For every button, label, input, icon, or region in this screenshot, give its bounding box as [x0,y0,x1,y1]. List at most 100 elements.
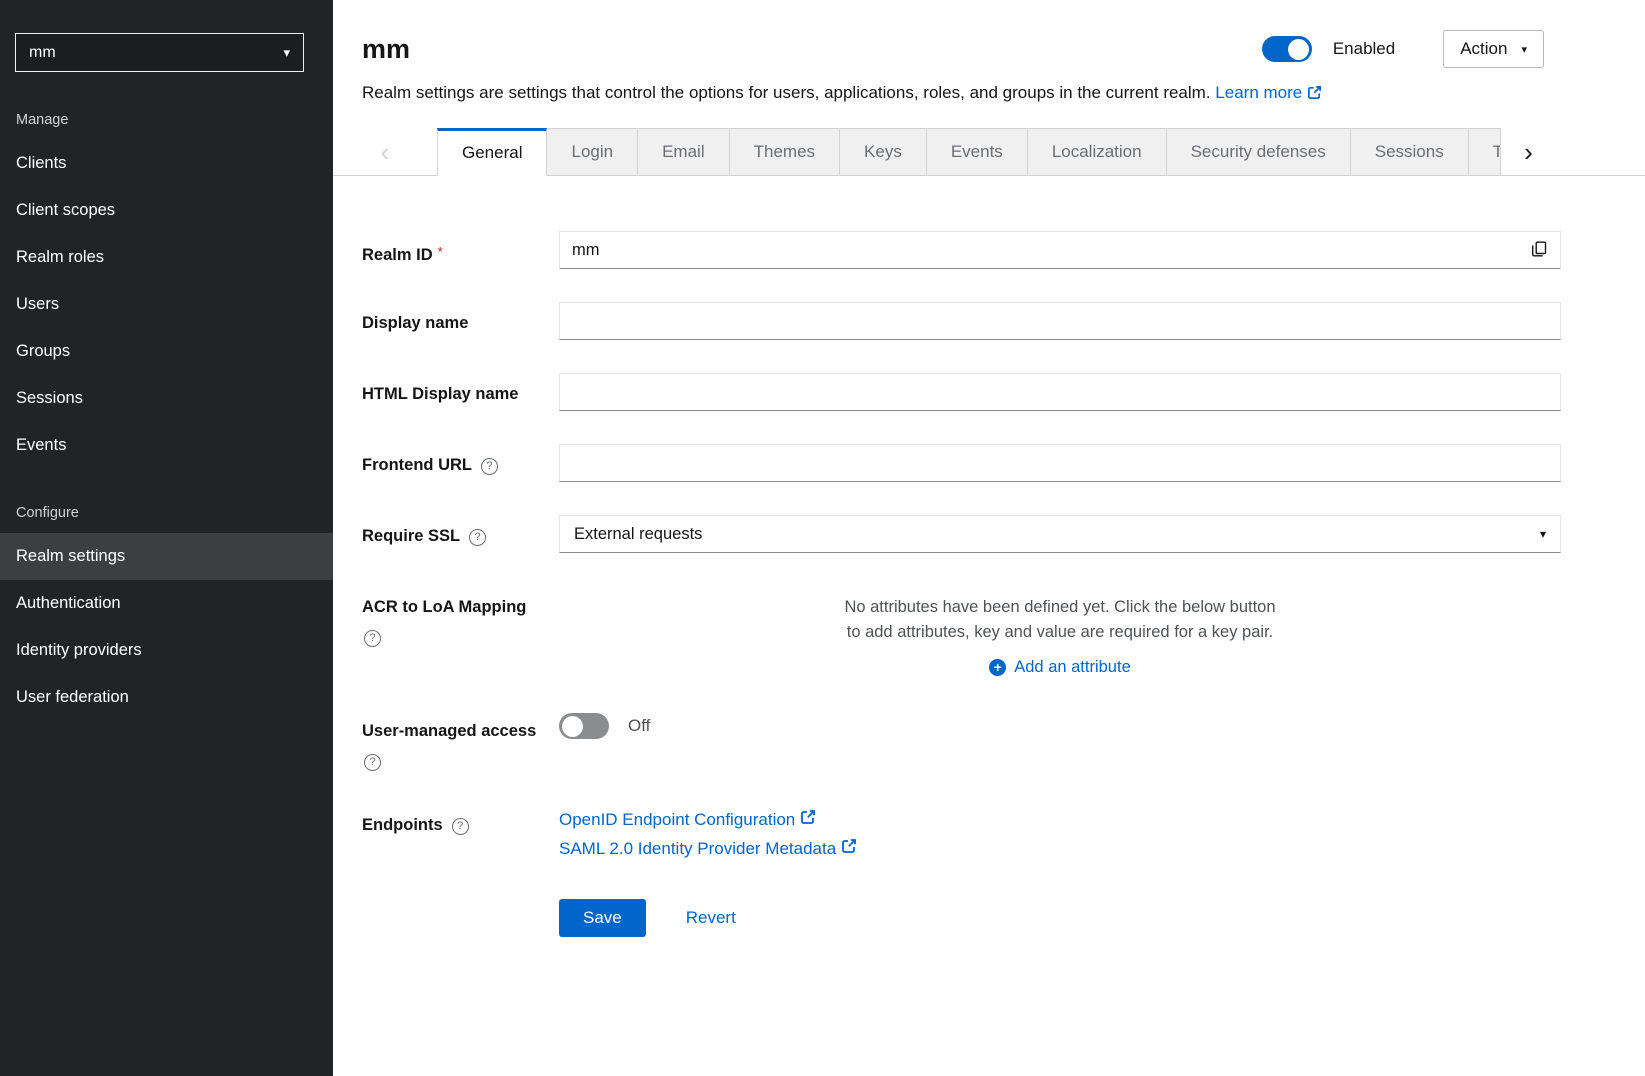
general-settings-form: Realm ID * Display name [333,176,1645,1076]
page-header: mm Enabled Action ▾ Realm settings are s… [333,0,1645,107]
nav-section-configure: Configure Realm settings Authentication … [0,505,333,721]
sidebar-item-sessions[interactable]: Sessions [0,375,333,422]
realm-selector-dropdown[interactable]: mm ▾ [15,33,304,72]
frontend-url-value [559,444,1561,482]
tabs-scroll-right-button[interactable]: › [1500,128,1556,176]
tabs-scroll-left-button[interactable]: ‹ [333,128,437,176]
realm-settings-tabs: ‹ General Login Email Themes Keys Events… [333,128,1645,176]
display-name-row: Display name [362,302,1561,340]
user-managed-access-toggle[interactable] [559,713,609,739]
help-icon[interactable]: ? [364,630,381,647]
sidebar-item-identity-providers[interactable]: Identity providers [0,627,333,674]
tab-sessions[interactable]: Sessions [1351,128,1469,176]
endpoints-label-text: Endpoints [362,816,443,834]
external-link-icon [1307,83,1322,107]
sidebar-item-events[interactable]: Events [0,422,333,469]
frontend-url-label: Frontend URL? [362,444,559,476]
enabled-label: Enabled [1333,39,1395,59]
display-name-input[interactable] [559,302,1561,340]
require-ssl-label-text: Require SSL [362,527,460,545]
html-display-name-value [559,373,1561,411]
openid-endpoint-link[interactable]: OpenID Endpoint Configuration [559,809,816,830]
tab-email[interactable]: Email [638,128,730,176]
sidebar: mm ▾ Manage Clients Client scopes Realm … [0,0,333,1076]
page-title: mm [362,34,410,65]
user-managed-access-row: User-managed access ? Off [362,710,1561,771]
realm-id-value [559,231,1561,269]
add-attribute-link[interactable]: + Add an attribute [989,658,1131,677]
external-link-icon [841,838,857,859]
sidebar-item-users[interactable]: Users [0,281,333,328]
tab-tokens[interactable]: Tokens [1469,128,1500,176]
tab-themes[interactable]: Themes [730,128,840,176]
external-link-icon [800,809,816,830]
learn-more-text: Learn more [1215,83,1302,102]
sidebar-nav: Manage Clients Client scopes Realm roles… [0,72,333,721]
user-managed-access-label: User-managed access ? [362,710,559,771]
sidebar-item-groups[interactable]: Groups [0,328,333,375]
copy-icon [1531,241,1547,260]
realm-id-row: Realm ID * [362,231,1561,269]
help-icon[interactable]: ? [481,458,498,475]
learn-more-link[interactable]: Learn more [1215,83,1322,102]
sidebar-item-authentication[interactable]: Authentication [0,580,333,627]
toggle-knob [1288,39,1309,60]
realm-description-text: Realm settings are settings that control… [362,83,1211,102]
help-icon[interactable]: ? [364,754,381,771]
nav-section-configure-title: Configure [0,505,333,521]
require-ssl-select[interactable]: External requests ▾ [559,515,1561,553]
saml-metadata-link-text: SAML 2.0 Identity Provider Metadata [559,839,836,859]
acr-to-loa-value: No attributes have been defined yet. Cli… [559,586,1561,677]
sidebar-item-user-federation[interactable]: User federation [0,674,333,721]
chevron-left-icon: ‹ [381,139,390,165]
sidebar-item-client-scopes[interactable]: Client scopes [0,187,333,234]
nav-section-manage: Manage Clients Client scopes Realm roles… [0,112,333,469]
require-ssl-label: Require SSL? [362,515,559,547]
realm-description: Realm settings are settings that control… [362,81,1544,107]
acr-empty-state-text: No attributes have been defined yet. Cli… [844,595,1276,645]
tab-security-defenses[interactable]: Security defenses [1167,128,1351,176]
chevron-down-icon: ▾ [283,45,290,61]
realm-selector-value: mm [29,44,56,62]
main-content: mm Enabled Action ▾ Realm settings are s… [333,0,1645,1076]
save-button[interactable]: Save [559,899,646,937]
realm-enabled-toggle[interactable] [1262,36,1312,62]
tab-keys[interactable]: Keys [840,128,927,176]
copy-button[interactable] [1518,232,1560,268]
sidebar-item-realm-roles[interactable]: Realm roles [0,234,333,281]
display-name-label: Display name [362,302,559,334]
acr-to-loa-row: ACR to LoA Mapping ? No attributes have … [362,586,1561,677]
plus-circle-icon: + [989,659,1006,676]
help-icon[interactable]: ? [469,529,486,546]
acr-to-loa-label: ACR to LoA Mapping ? [362,586,559,647]
user-managed-access-value: Off [559,710,1561,739]
required-asterisk: * [438,244,443,259]
tab-events[interactable]: Events [927,128,1028,176]
realm-id-label-text: Realm ID [362,246,433,264]
html-display-name-input[interactable] [559,373,1561,411]
help-icon[interactable]: ? [452,818,469,835]
revert-button[interactable]: Revert [686,908,736,928]
tab-login[interactable]: Login [547,128,638,176]
endpoints-label: Endpoints? [362,804,559,836]
tab-general[interactable]: General [437,128,547,176]
sidebar-item-realm-settings[interactable]: Realm settings [0,533,333,580]
html-display-name-label: HTML Display name [362,373,559,405]
user-managed-access-label-text: User-managed access [362,722,536,740]
frontend-url-row: Frontend URL? [362,444,1561,482]
endpoints-row: Endpoints? OpenID Endpoint Configuration… [362,804,1561,859]
acr-to-loa-label-text: ACR to LoA Mapping [362,598,526,616]
frontend-url-input[interactable] [559,444,1561,482]
nav-section-manage-title: Manage [0,112,333,128]
acr-empty-state: No attributes have been defined yet. Cli… [559,586,1561,677]
form-actions: Save Revert [559,899,1561,937]
action-dropdown-button[interactable]: Action ▾ [1443,30,1544,68]
html-display-name-row: HTML Display name [362,373,1561,411]
endpoints-value: OpenID Endpoint Configuration SAML 2.0 I… [559,804,1561,859]
saml-metadata-link[interactable]: SAML 2.0 Identity Provider Metadata [559,838,857,859]
tab-localization[interactable]: Localization [1028,128,1167,176]
action-label: Action [1460,39,1507,59]
sidebar-item-clients[interactable]: Clients [0,140,333,187]
chevron-right-icon: › [1524,139,1533,165]
realm-id-input[interactable] [560,232,1518,268]
